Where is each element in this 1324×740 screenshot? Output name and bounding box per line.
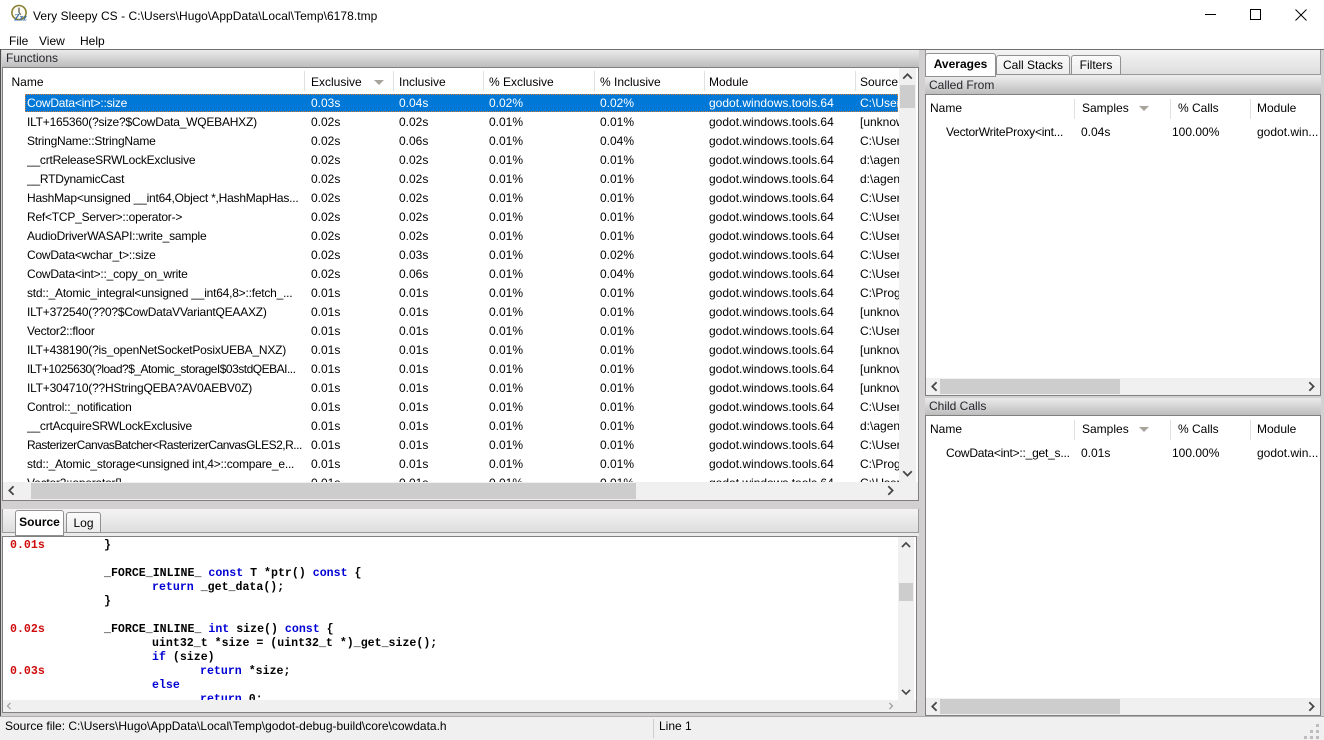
svg-text:Zzz: Zzz	[13, 13, 27, 23]
